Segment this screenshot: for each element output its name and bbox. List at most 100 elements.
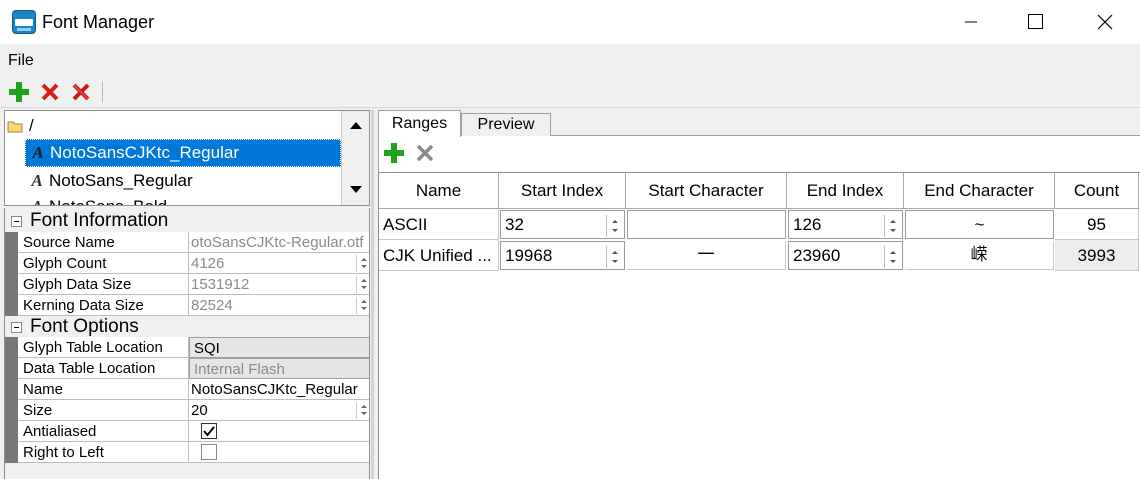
spin-icon[interactable] bbox=[606, 246, 622, 268]
start-character-field[interactable] bbox=[627, 210, 786, 239]
size-stepper[interactable]: 20 bbox=[189, 400, 369, 421]
chevron-up-icon bbox=[349, 121, 362, 129]
end-character-field[interactable]: 嵘 bbox=[905, 241, 1054, 270]
spin-icon[interactable] bbox=[356, 297, 369, 314]
prop-value-stepper[interactable]: 1531912 bbox=[189, 274, 369, 295]
right-to-left-checkbox[interactable] bbox=[201, 444, 217, 460]
ranges-table: Name Start Index Start Character End Ind… bbox=[378, 172, 1140, 479]
category-font-information[interactable]: Font Information bbox=[5, 210, 369, 232]
tree-scrollbar[interactable] bbox=[341, 111, 369, 205]
add-range-button[interactable] bbox=[382, 141, 406, 165]
column-header-end-index[interactable]: End Index bbox=[787, 173, 904, 209]
tab-bar: Ranges Preview bbox=[378, 110, 1140, 137]
spin-icon[interactable] bbox=[884, 215, 900, 237]
menu-file[interactable]: File bbox=[8, 52, 34, 70]
prop-value: 20 bbox=[191, 402, 208, 419]
prop-right-to-left: Right to Left bbox=[5, 442, 369, 463]
start-index-stepper[interactable]: 32 bbox=[500, 210, 625, 239]
title-bar: Font Manager bbox=[0, 0, 1140, 44]
prop-value: 1531912 bbox=[191, 276, 250, 293]
category-font-options[interactable]: Font Options bbox=[5, 316, 369, 338]
tab-ranges[interactable]: Ranges bbox=[378, 110, 461, 137]
maximize-button[interactable] bbox=[1013, 0, 1059, 44]
tab-preview[interactable]: Preview bbox=[461, 113, 551, 136]
minimize-button[interactable] bbox=[948, 0, 994, 44]
prop-label: Glyph Data Size bbox=[18, 274, 189, 295]
prop-label: Size bbox=[18, 400, 189, 421]
spin-icon[interactable] bbox=[884, 246, 900, 268]
end-character-field[interactable]: ~ bbox=[905, 210, 1054, 239]
remove-font-button[interactable] bbox=[38, 80, 62, 104]
start-index-stepper[interactable]: 19968 bbox=[500, 241, 625, 270]
cell-value: 19968 bbox=[505, 246, 553, 265]
font-tree[interactable]: / A NotoSansCJKtc_Regular A NotoSans_Reg… bbox=[4, 110, 370, 206]
cell-name[interactable]: CJK Unified ... bbox=[379, 240, 499, 271]
tree-item-label: NotoSans_Regular bbox=[49, 171, 193, 190]
data-table-location-select[interactable]: Internal Flash bbox=[189, 358, 369, 379]
column-header-end-character[interactable]: End Character bbox=[904, 173, 1055, 209]
cell-name[interactable]: ASCII bbox=[379, 209, 499, 240]
prop-value-stepper[interactable]: 4126 bbox=[189, 253, 369, 274]
scroll-down-button[interactable] bbox=[342, 176, 369, 203]
prop-antialiased: Antialiased bbox=[5, 421, 369, 442]
font-icon: A bbox=[32, 143, 44, 162]
add-icon bbox=[384, 143, 404, 163]
spin-icon[interactable] bbox=[356, 402, 369, 419]
collapse-icon[interactable] bbox=[11, 215, 22, 227]
add-font-button[interactable] bbox=[7, 80, 31, 104]
antialiased-checkbox[interactable] bbox=[201, 423, 217, 439]
remove-icon bbox=[416, 144, 434, 162]
prop-value-cell bbox=[189, 442, 369, 463]
cell-value: 23960 bbox=[793, 246, 841, 265]
tree-item-notosans-regular[interactable]: A NotoSans_Regular bbox=[25, 167, 193, 195]
toolbar-separator bbox=[102, 81, 103, 103]
close-button[interactable] bbox=[1082, 0, 1128, 44]
column-header-start-index[interactable]: Start Index bbox=[499, 173, 626, 209]
prop-label: Data Table Location bbox=[18, 358, 189, 379]
remove-range-button[interactable] bbox=[413, 141, 437, 165]
prop-label: Antialiased bbox=[18, 421, 189, 442]
spin-icon[interactable] bbox=[356, 276, 369, 293]
tree-item-notosanscjktc-regular[interactable]: A NotoSansCJKtc_Regular bbox=[25, 139, 341, 167]
tree-root[interactable]: / bbox=[7, 112, 34, 140]
minimize-icon bbox=[965, 21, 977, 23]
scroll-up-button[interactable] bbox=[342, 111, 369, 138]
cell-count: 3993 bbox=[1055, 240, 1139, 271]
remove-all-fonts-button[interactable] bbox=[69, 80, 93, 104]
column-header-start-character[interactable]: Start Character bbox=[626, 173, 787, 209]
name-field[interactable]: NotoSansCJKtc_Regular bbox=[189, 379, 369, 400]
tree-item-notosans-bold[interactable]: A NotoSans_Bold bbox=[25, 193, 167, 205]
cell-value: 126 bbox=[793, 215, 822, 234]
column-header-name[interactable]: Name bbox=[379, 173, 499, 209]
spin-icon[interactable] bbox=[356, 255, 369, 272]
prop-value-stepper[interactable]: 82524 bbox=[189, 295, 369, 316]
remove-icon bbox=[41, 83, 59, 101]
start-character-field[interactable]: 一 bbox=[627, 241, 786, 270]
tree-root-label: / bbox=[29, 116, 34, 135]
prop-label: Glyph Table Location bbox=[18, 337, 189, 358]
prop-glyph-data-size: Glyph Data Size 1531912 bbox=[5, 274, 369, 295]
app-icon bbox=[12, 10, 36, 34]
prop-value: 4126 bbox=[191, 255, 225, 272]
prop-name: Name NotoSansCJKtc_Regular bbox=[5, 379, 369, 400]
tree-item-label: NotoSansCJKtc_Regular bbox=[50, 143, 239, 162]
chevron-down-icon bbox=[349, 185, 362, 193]
window-title: Font Manager bbox=[42, 12, 155, 32]
spin-icon[interactable] bbox=[606, 215, 622, 237]
maximize-icon bbox=[1028, 14, 1043, 29]
panel-splitter[interactable] bbox=[371, 110, 374, 479]
end-index-stepper[interactable]: 23960 bbox=[788, 241, 903, 270]
cell-value: 32 bbox=[505, 215, 524, 234]
folder-icon bbox=[7, 121, 23, 133]
category-title: Font Information bbox=[30, 210, 169, 231]
prop-value: otoSansCJKtc-Regular.otf bbox=[189, 232, 369, 253]
collapse-icon[interactable] bbox=[11, 321, 22, 333]
font-icon: A bbox=[25, 197, 49, 205]
prop-source-name: Source Name otoSansCJKtc-Regular.otf bbox=[5, 232, 369, 253]
category-title: Font Options bbox=[30, 316, 139, 337]
glyph-table-location-select[interactable]: SQI bbox=[189, 337, 369, 358]
end-index-stepper[interactable]: 126 bbox=[788, 210, 903, 239]
prop-size: Size 20 bbox=[5, 400, 369, 421]
add-icon bbox=[9, 82, 29, 102]
column-header-count[interactable]: Count bbox=[1055, 173, 1139, 209]
